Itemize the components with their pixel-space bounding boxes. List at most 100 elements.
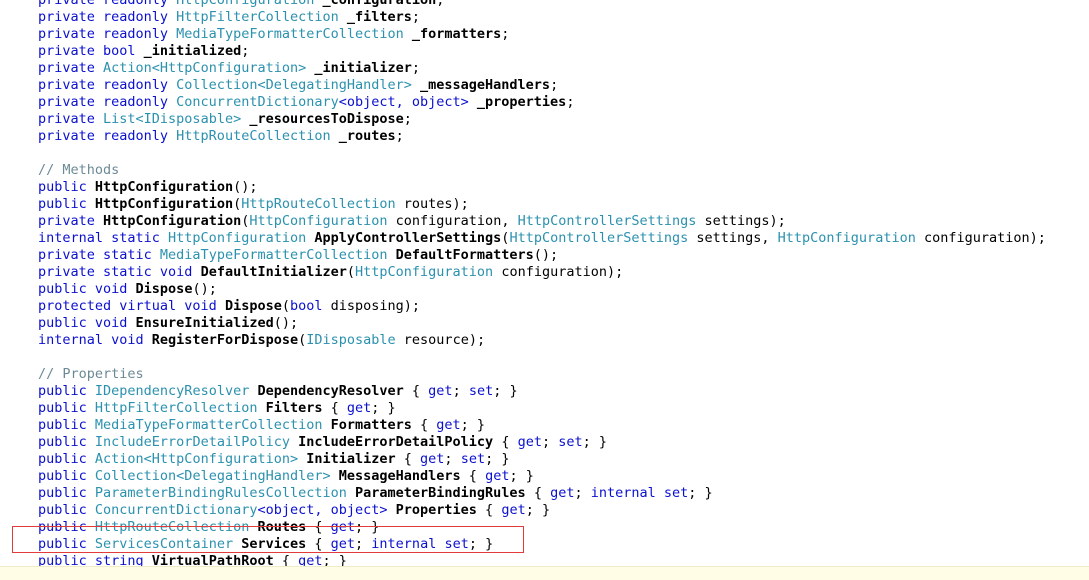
keyword-token: private — [38, 111, 104, 127]
member-name-token: Services — [241, 536, 307, 552]
keyword-token: internal void — [38, 332, 152, 348]
punctuation-token: ; — [574, 485, 591, 501]
punctuation-token: resource); — [403, 332, 486, 348]
punctuation-token: ; — [436, 0, 445, 8]
type-token: HttpRouteCollection — [241, 196, 404, 212]
punctuation-token: ; } — [582, 434, 608, 450]
member-name-token: HttpConfiguration — [103, 213, 242, 229]
blank-code-line — [38, 145, 1078, 162]
punctuation-token: { — [460, 468, 486, 484]
punctuation-token: ; — [501, 26, 510, 42]
keyword-token: private bool — [38, 43, 144, 59]
code-line: private readonly Collection<DelegatingHa… — [38, 77, 1078, 94]
code-line: public Action<HttpConfiguration> Initial… — [38, 451, 1078, 468]
punctuation-token: { — [525, 485, 551, 501]
keyword-token: set — [468, 383, 494, 399]
punctuation-token: ; — [241, 43, 250, 59]
member-name-token: _initializer — [314, 60, 412, 76]
code-line: private readonly HttpFilterCollection _f… — [38, 9, 1078, 26]
keyword-token: <object, object> — [338, 94, 477, 110]
code-line: private static MediaTypeFormatterCollect… — [38, 247, 1078, 264]
punctuation-token: ; } — [485, 451, 510, 467]
keyword-token: internal set — [371, 536, 469, 552]
code-line: private static void DefaultInitializer(H… — [38, 264, 1078, 281]
punctuation-token: ; } — [493, 383, 518, 399]
punctuation-token: ; — [411, 60, 421, 76]
type-token: HttpRouteCollection — [94, 519, 258, 535]
code-line: public IDependencyResolver DependencyRes… — [38, 383, 1078, 400]
code-line: private readonly MediaTypeFormatterColle… — [38, 26, 1078, 43]
punctuation-token: ; — [566, 94, 575, 110]
punctuation-token: configuration); — [923, 230, 1046, 246]
punctuation-token: (); — [233, 179, 258, 195]
keyword-token: private static void — [38, 264, 201, 280]
keyword-token: public — [38, 519, 95, 535]
member-name-token: _routes — [338, 128, 396, 144]
keyword-token: private readonly — [38, 9, 177, 25]
punctuation-token: ; — [550, 77, 559, 93]
keyword-token: internal set — [590, 485, 689, 501]
keyword-token: private readonly — [38, 26, 177, 42]
member-name-token: HttpConfiguration — [94, 196, 234, 212]
keyword-token: public — [38, 451, 95, 467]
type-token: MediaTypeFormatterCollection — [94, 417, 331, 433]
punctuation-token: { — [411, 417, 437, 433]
punctuation-token: ; } — [371, 400, 396, 416]
code-line: public HttpConfiguration(); — [38, 179, 1078, 196]
keyword-token: public — [38, 485, 95, 501]
keyword-token: set — [558, 434, 583, 450]
code-line: private List<IDisposable> _resourcesToDi… — [38, 111, 1078, 128]
punctuation-token: routes); — [403, 196, 469, 212]
punctuation-token: ; } — [525, 502, 551, 518]
keyword-token: private — [38, 60, 104, 76]
keyword-token: get — [501, 502, 526, 518]
punctuation-token: { — [493, 434, 518, 450]
punctuation-token: ; } — [460, 417, 486, 433]
punctuation-token: ; — [411, 9, 421, 25]
member-name-token: _properties — [476, 94, 567, 110]
punctuation-token: ; — [395, 128, 404, 144]
blank-code-line — [38, 349, 1078, 366]
punctuation-token: { — [476, 502, 502, 518]
keyword-token: set — [460, 451, 486, 467]
punctuation-token: (); — [533, 247, 559, 263]
member-name-token: Formatters — [330, 417, 412, 433]
keyword-token: public — [38, 383, 95, 399]
type-token: HttpConfiguration — [176, 0, 323, 8]
code-editor[interactable]: private readonly HttpConfiguration _conf… — [38, 0, 1078, 574]
code-line: internal static HttpConfiguration ApplyC… — [38, 230, 1078, 247]
code-viewer-window: private readonly HttpConfiguration _conf… — [0, 0, 1089, 580]
punctuation-token: (); — [273, 315, 299, 331]
type-token: HttpConfiguration — [355, 264, 502, 280]
punctuation-token: { — [306, 519, 331, 535]
type-token: ServicesContainer — [94, 536, 242, 552]
member-name-token: ParameterBindingRules — [355, 485, 526, 501]
punctuation-token: ; } — [688, 485, 713, 501]
keyword-token: protected virtual void — [38, 298, 225, 314]
code-line: public HttpConfiguration(HttpRouteCollec… — [38, 196, 1078, 213]
type-token: HttpControllerSettings — [509, 230, 697, 246]
keyword-token: get — [330, 519, 356, 535]
keyword-token: <object, object> — [257, 502, 396, 518]
code-line: public IncludeErrorDetailPolicy IncludeE… — [38, 434, 1078, 451]
code-line: public void Dispose(); — [38, 281, 1078, 298]
type-token: IDependencyResolver — [94, 383, 258, 399]
keyword-token: get — [550, 485, 575, 501]
punctuation-token: ; — [355, 536, 372, 552]
code-line: internal void RegisterForDispose(IDispos… — [38, 332, 1078, 349]
code-line: // Methods — [38, 162, 1078, 179]
member-name-token: MessageHandlers — [338, 468, 461, 484]
punctuation-token: disposing); — [330, 298, 421, 314]
code-line: private HttpConfiguration(HttpConfigurat… — [38, 213, 1078, 230]
keyword-token: get — [428, 383, 453, 399]
punctuation-token: ; — [403, 111, 412, 127]
member-name-token: RegisterForDispose — [151, 332, 299, 348]
comment-token: // Properties — [38, 366, 144, 382]
keyword-token: private readonly — [38, 94, 177, 110]
type-token: Action<HttpConfiguration> — [103, 60, 315, 76]
code-line: public ConcurrentDictionary<object, obje… — [38, 502, 1078, 519]
comment-token: // Methods — [38, 162, 120, 178]
type-token: List<IDisposable> — [103, 111, 250, 127]
punctuation-token: ; — [444, 451, 461, 467]
member-name-token: _initialized — [143, 43, 242, 59]
